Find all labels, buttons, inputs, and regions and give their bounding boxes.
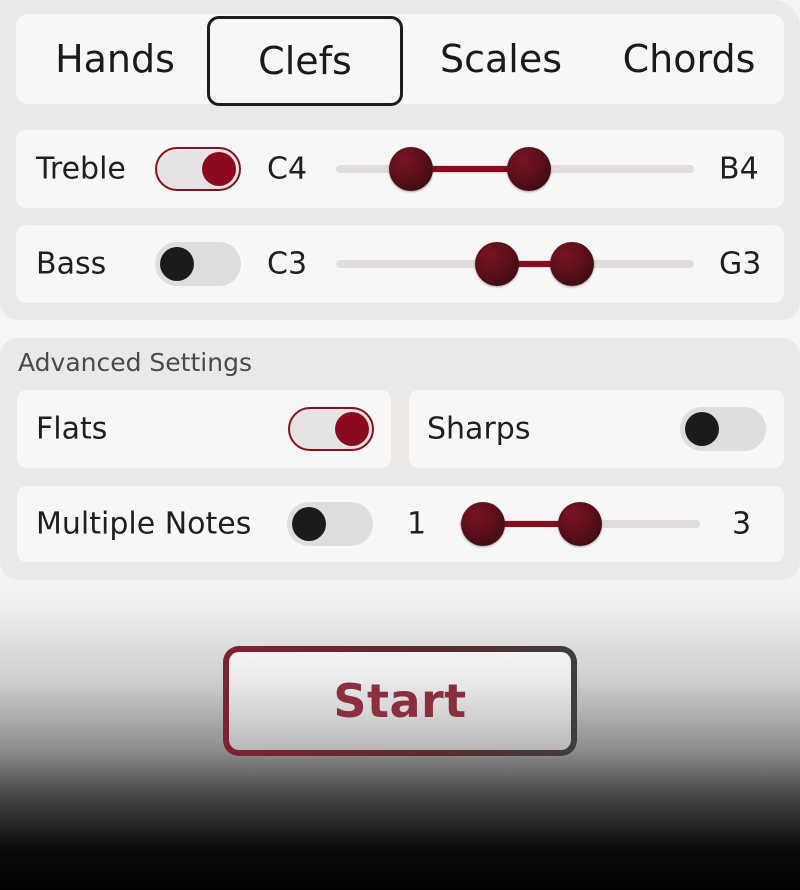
- tab-chords[interactable]: Chords: [604, 14, 774, 104]
- treble-row: Treble C4 B4: [16, 130, 784, 208]
- advanced-settings-title: Advanced Settings: [18, 348, 252, 377]
- start-button-label: Start: [333, 674, 467, 728]
- treble-label: Treble: [36, 151, 126, 187]
- tab-scales[interactable]: Scales: [421, 14, 581, 104]
- toggle-knob: [685, 412, 719, 446]
- treble-toggle[interactable]: [155, 147, 241, 191]
- mode-tab-bar: Hands Clefs Scales Chords: [16, 14, 784, 106]
- bass-high-handle[interactable]: [550, 242, 595, 286]
- treble-low-note: C4: [267, 151, 308, 187]
- bass-low-note: C3: [267, 246, 308, 282]
- bass-high-note: G3: [719, 246, 762, 282]
- start-button[interactable]: Start: [223, 646, 577, 756]
- bass-label: Bass: [36, 246, 107, 282]
- bass-low-handle[interactable]: [475, 242, 520, 286]
- multiple-notes-label: Multiple Notes: [36, 506, 252, 542]
- sharps-row: Sharps: [409, 390, 784, 468]
- treble-high-note: B4: [719, 151, 759, 187]
- flats-toggle[interactable]: [288, 407, 374, 451]
- tab-clefs[interactable]: Clefs: [207, 16, 403, 106]
- multiple-notes-min: 1: [407, 506, 427, 542]
- treble-low-handle[interactable]: [389, 147, 434, 191]
- flats-row: Flats: [17, 390, 391, 468]
- advanced-settings-panel: Advanced Settings Flats Sharps Multiple …: [0, 338, 800, 580]
- toggle-knob: [292, 507, 326, 541]
- bass-toggle[interactable]: [155, 242, 241, 286]
- multiple-notes-toggle[interactable]: [287, 502, 373, 546]
- multiple-notes-range-slider[interactable]: [459, 502, 700, 546]
- toggle-knob: [335, 412, 369, 446]
- multiple-notes-low-handle[interactable]: [461, 502, 506, 546]
- treble-high-handle[interactable]: [507, 147, 552, 191]
- multiple-notes-high-handle[interactable]: [557, 502, 602, 546]
- flats-label: Flats: [36, 411, 108, 447]
- treble-range-slider[interactable]: [336, 147, 694, 191]
- multiple-notes-row: Multiple Notes 1 3: [17, 486, 784, 562]
- sharps-toggle[interactable]: [680, 407, 766, 451]
- bass-row: Bass C3 G3: [16, 225, 784, 303]
- bass-range-slider[interactable]: [336, 242, 694, 286]
- clef-settings-panel: Hands Clefs Scales Chords Treble C4 B4 B…: [0, 0, 800, 320]
- toggle-knob: [202, 152, 236, 186]
- tab-hands[interactable]: Hands: [30, 14, 200, 104]
- sharps-label: Sharps: [427, 411, 531, 447]
- toggle-knob: [160, 247, 194, 281]
- multiple-notes-max: 3: [732, 506, 752, 542]
